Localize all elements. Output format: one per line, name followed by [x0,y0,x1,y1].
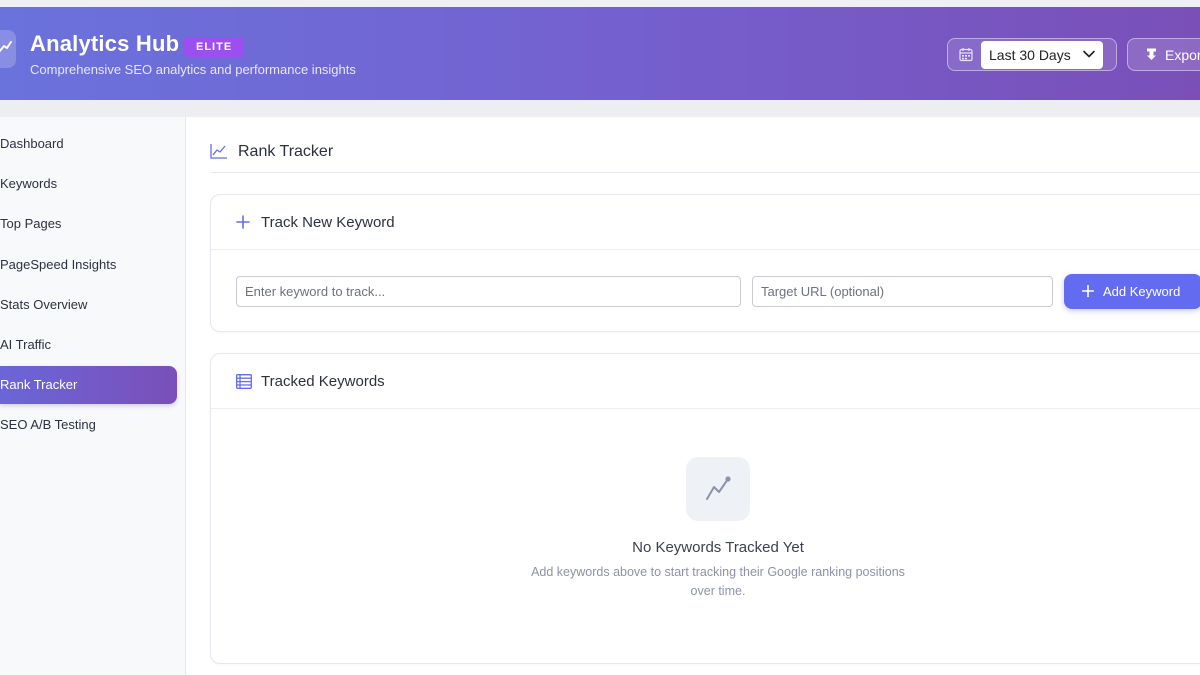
sidebar-item-ai-traffic[interactable]: AI Traffic [0,326,177,364]
main-content: Rank Tracker Track New Keyword Add Keywo… [186,117,1200,675]
add-keyword-label: Add Keyword [1103,284,1181,299]
card-title: Tracked Keywords [261,373,385,390]
keyword-input[interactable] [236,276,741,307]
export-label: Export [1165,47,1200,63]
export-button[interactable]: Export [1127,38,1200,71]
empty-state-text: Add keywords above to start tracking the… [531,565,905,598]
divider [210,172,1200,173]
chart-line-icon [0,41,12,53]
header-gap [0,100,1200,117]
sidebar-item-pagespeed[interactable]: PageSpeed Insights [0,246,177,284]
page-title-text: Rank Tracker [238,143,334,160]
app-header: Analytics Hub ELITE Comprehensive SEO an… [0,7,1200,100]
app-logo [0,30,16,68]
track-keyword-card: Track New Keyword Add Keyword [210,194,1200,332]
empty-state-icon [686,457,750,521]
plus-icon [236,215,250,229]
date-range-select[interactable]: Last 30 Days [981,41,1103,69]
target-url-input[interactable] [752,276,1053,307]
chevron-down-icon [1083,50,1095,58]
sidebar-item-keywords[interactable]: Keywords [0,165,177,203]
tracked-keywords-card: Tracked Keywords No Keywords Tracked Yet… [210,353,1200,664]
sidebar: Dashboard Keywords Top Pages PageSpeed I… [0,117,186,675]
sidebar-item-seo-ab-testing[interactable]: SEO A/B Testing [0,406,177,444]
plan-badge: ELITE [184,37,245,57]
app-title: Analytics Hub [30,31,180,56]
date-range-value: Last 30 Days [989,47,1071,63]
card-title: Track New Keyword [261,214,395,231]
chart-line-icon [210,144,227,159]
sidebar-item-dashboard[interactable]: Dashboard [0,125,177,163]
empty-state-title: No Keywords Tracked Yet [632,539,804,556]
list-icon [236,374,252,389]
card-header: Track New Keyword [211,195,1200,250]
download-icon [1147,48,1156,60]
card-header: Tracked Keywords [211,354,1200,409]
add-keyword-button[interactable]: Add Keyword [1064,274,1200,309]
app-subtitle: Comprehensive SEO analytics and performa… [30,62,356,77]
sidebar-item-top-pages[interactable]: Top Pages [0,205,177,243]
calendar-icon [959,48,973,62]
sidebar-item-stats-overview[interactable]: Stats Overview [0,286,177,324]
top-strip [0,0,1200,7]
date-range-picker: Last 30 Days [947,38,1117,71]
plus-icon [1082,285,1094,297]
chart-line-icon [706,476,731,500]
sidebar-item-rank-tracker[interactable]: Rank Tracker [0,366,177,404]
